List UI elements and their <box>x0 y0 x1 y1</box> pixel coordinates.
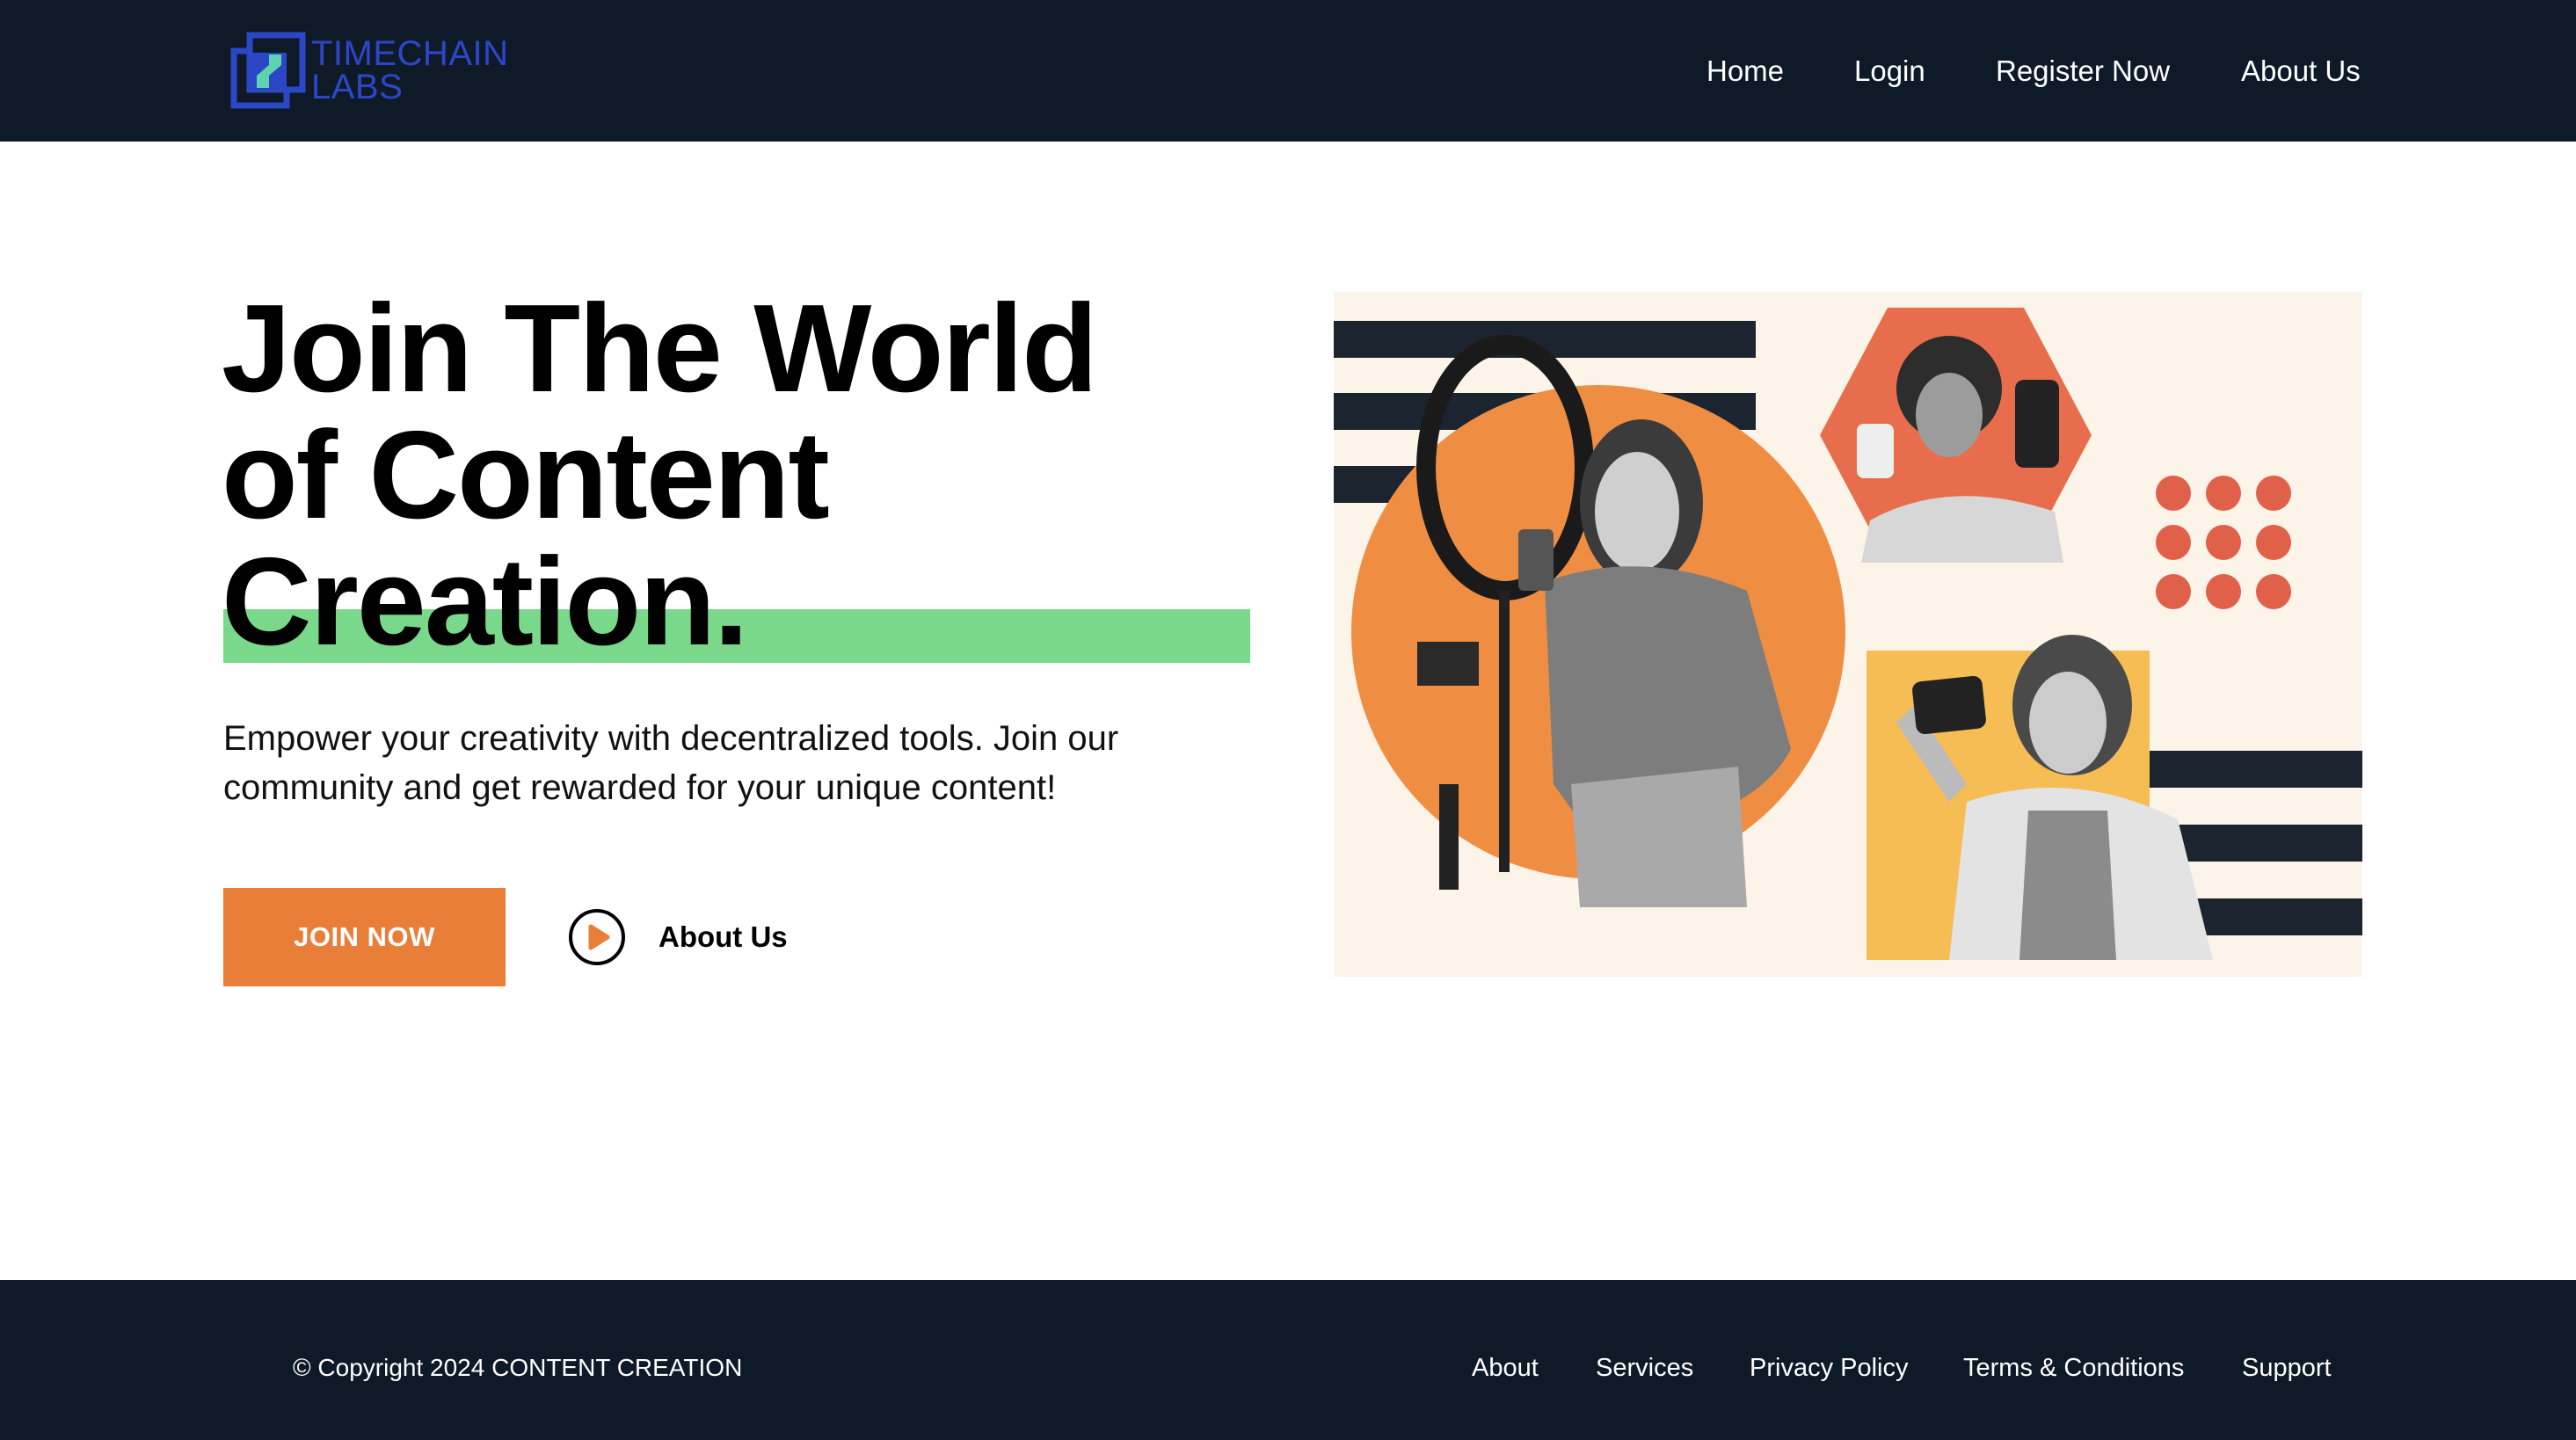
hero-title-line2: of Content <box>222 405 830 545</box>
logo-text-line1: TIMECHAIN <box>311 34 509 73</box>
hero-subtitle-line1: Empower your creativity with decentraliz… <box>223 719 1119 758</box>
site-header: TIMECHAIN LABS Home Login Register Now A… <box>0 0 2576 142</box>
footer-link-privacy-policy[interactable]: Privacy Policy <box>1750 1354 1909 1383</box>
nav-about-us[interactable]: About Us <box>2241 49 2361 93</box>
hero-subtitle: Empower your creativity with decentraliz… <box>223 714 1190 812</box>
footer-link-services[interactable]: Services <box>1596 1354 1693 1383</box>
footer-link-terms-conditions[interactable]: Terms & Conditions <box>1963 1354 2184 1383</box>
join-now-button[interactable]: JOIN NOW <box>223 888 506 986</box>
footer-link-support[interactable]: Support <box>2242 1354 2332 1383</box>
about-us-label: About Us <box>659 920 788 953</box>
nav-register-now[interactable]: Register Now <box>1996 49 2170 93</box>
nav-home[interactable]: Home <box>1706 49 1784 93</box>
logo[interactable]: TIMECHAIN LABS <box>230 32 508 109</box>
content-creators-illustration <box>1334 292 2362 977</box>
hero-title-line3: Creation. <box>222 532 748 672</box>
hero-subtitle-line2: community and get rewarded for your uniq… <box>223 768 1057 807</box>
play-circle-icon <box>569 909 625 965</box>
hero-title: Join The World of Content Creation. <box>222 286 1277 665</box>
copyright-text: © Copyright 2024 CONTENT CREATION <box>293 1354 743 1381</box>
about-us-link[interactable]: About Us <box>567 906 788 968</box>
nav-login[interactable]: Login <box>1854 49 1925 93</box>
dot-grid <box>2156 476 2291 609</box>
hero-title-line1: Join The World <box>222 279 1098 418</box>
logo-text: TIMECHAIN LABS <box>311 34 509 106</box>
logo-text-line2: LABS <box>311 68 404 106</box>
illustration-graphic <box>1334 308 2362 960</box>
footer-link-about[interactable]: About <box>1472 1354 1539 1383</box>
logo-icon <box>230 32 306 109</box>
